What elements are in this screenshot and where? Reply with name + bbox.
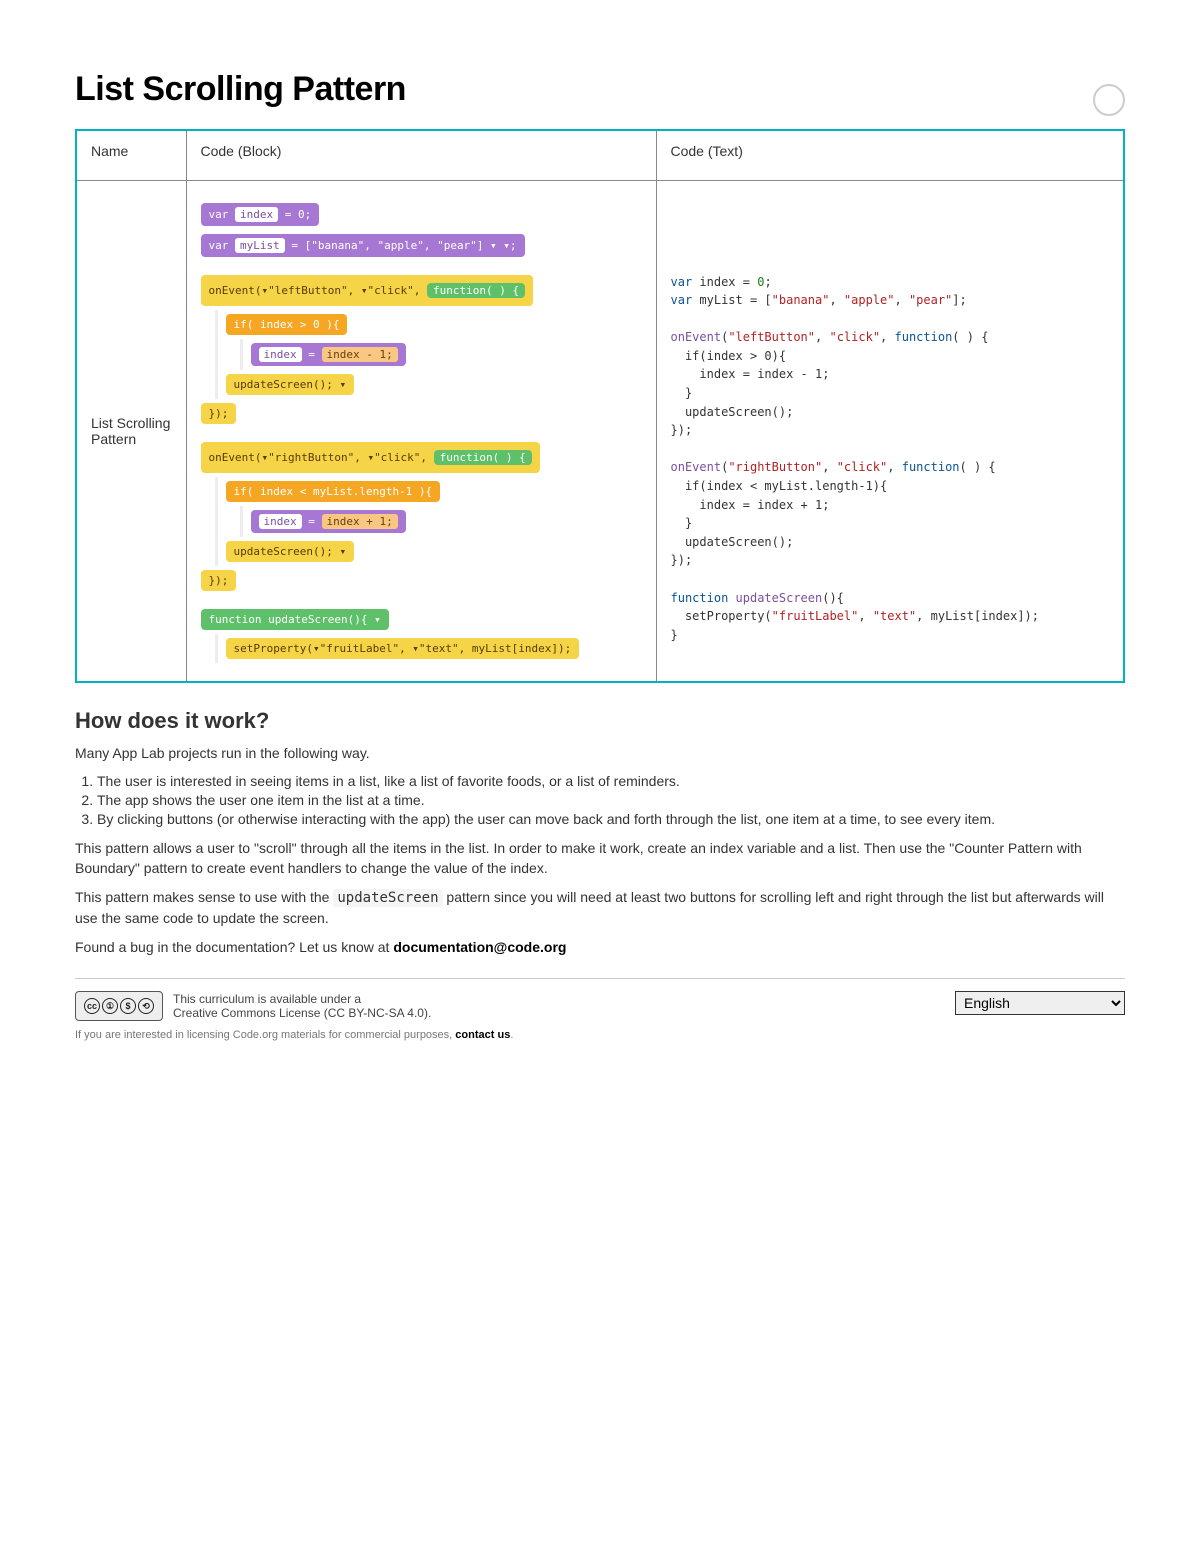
how-p1: This pattern allows a user to "scroll" t… bbox=[75, 839, 1125, 878]
block-close2: }); bbox=[201, 570, 237, 591]
block-var-mylist: var myList = ["banana", "apple", "pear"]… bbox=[201, 234, 525, 257]
inline-code: updateScreen bbox=[333, 889, 442, 907]
contact-us-link[interactable]: contact us bbox=[455, 1029, 510, 1041]
block-dec: index = index - 1; bbox=[251, 343, 406, 366]
cc-text: This curriculum is available under a Cre… bbox=[173, 992, 431, 1020]
language-select[interactable]: English bbox=[955, 991, 1125, 1015]
col-text: Code (Text) bbox=[656, 130, 1124, 180]
how-heading: How does it work? bbox=[75, 708, 1125, 734]
pattern-table: Name Code (Block) Code (Text) List Scrol… bbox=[75, 129, 1125, 683]
code-text-cell: var index = 0; var myList = ["banana", "… bbox=[656, 180, 1124, 682]
block-if-lt: if( index < myList.length-1 ){ bbox=[226, 481, 441, 502]
page-title: List Scrolling Pattern bbox=[75, 70, 406, 109]
bug-line: Found a bug in the documentation? Let us… bbox=[75, 938, 1125, 958]
how-p2: This pattern makes sense to use with the… bbox=[75, 888, 1125, 928]
col-block: Code (Block) bbox=[186, 130, 656, 180]
block-if-gt0: if( index > 0 ){ bbox=[226, 314, 348, 335]
code-block-cell: var index = 0; var myList = ["banana", "… bbox=[186, 180, 656, 682]
block-onevent-right: onEvent(▾"rightButton", ▾"click", functi… bbox=[201, 442, 540, 473]
how-intro: Many App Lab projects run in the followi… bbox=[75, 744, 1125, 764]
col-name: Name bbox=[76, 130, 186, 180]
list-item: The user is interested in seeing items i… bbox=[97, 773, 1125, 789]
bug-email-link[interactable]: documentation@code.org bbox=[393, 939, 566, 955]
block-update1: updateScreen(); ▾ bbox=[226, 374, 355, 395]
block-setprop: setProperty(▾"fruitLabel", ▾"text", myLi… bbox=[226, 638, 580, 659]
how-steps: The user is interested in seeing items i… bbox=[97, 773, 1125, 827]
toggle-circle[interactable] bbox=[1093, 84, 1125, 116]
licensing-note: If you are interested in licensing Code.… bbox=[75, 1029, 513, 1041]
row-name: List Scrolling Pattern bbox=[76, 180, 186, 682]
block-inc: index = index + 1; bbox=[251, 510, 406, 533]
code-text: var index = 0; var myList = ["banana", "… bbox=[671, 193, 1110, 645]
block-var-index: var index = 0; bbox=[201, 203, 320, 226]
list-item: By clicking buttons (or otherwise intera… bbox=[97, 811, 1125, 827]
block-update2: updateScreen(); ▾ bbox=[226, 541, 355, 562]
divider bbox=[75, 978, 1125, 979]
block-onevent-left: onEvent(▾"leftButton", ▾"click", functio… bbox=[201, 275, 534, 306]
block-fn-def: function updateScreen(){ ▾ bbox=[201, 609, 389, 630]
cc-badge-icon: cc①$⟲ bbox=[75, 991, 163, 1021]
block-close1: }); bbox=[201, 403, 237, 424]
list-item: The app shows the user one item in the l… bbox=[97, 792, 1125, 808]
